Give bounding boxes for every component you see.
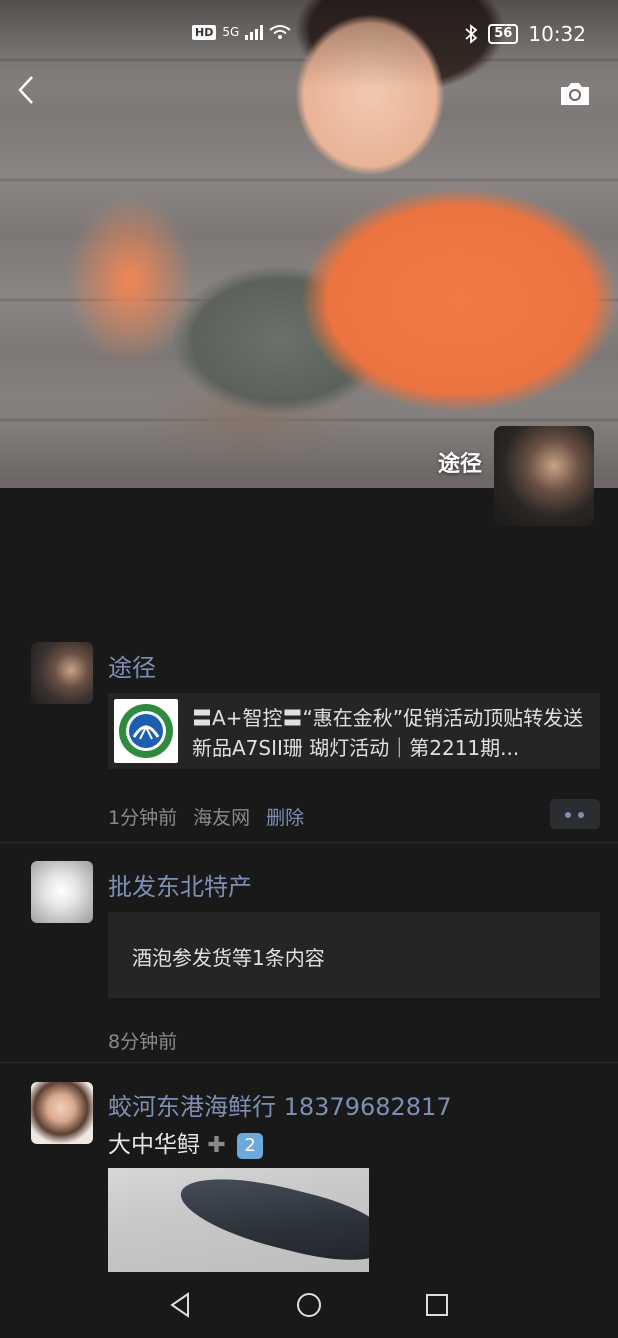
network-status: HD 5G (192, 24, 291, 40)
camera-button[interactable] (558, 80, 592, 108)
post-meta: 8分钟前 (108, 1027, 177, 1054)
owner-avatar[interactable] (494, 426, 594, 526)
shared-link-thumbnail (114, 699, 178, 763)
plus-icon: ✚ (207, 1133, 226, 1158)
cover-shade (0, 0, 618, 488)
dot-icon (565, 812, 571, 818)
shared-link-title: 〓A+智控〓“惠在金秋”促销活动顶贴转发送新品A7SII珊 瑚灯活动｜第2211… (192, 706, 584, 760)
avatar[interactable] (31, 642, 93, 704)
post-text: 大中华鲟 ✚ 2 (108, 1125, 264, 1159)
more-actions-button[interactable] (550, 799, 600, 829)
post-time: 1分钟前 (108, 807, 178, 829)
avatar[interactable] (31, 1082, 93, 1144)
back-arrow-icon (18, 76, 33, 104)
battery-indicator: 56 (488, 24, 519, 44)
hd-indicator: HD (192, 24, 217, 40)
clock: 10:32 (528, 22, 586, 46)
cover-photo[interactable] (0, 0, 618, 488)
divider (0, 842, 618, 843)
camera-icon (561, 83, 589, 105)
nav-home-button[interactable] (294, 1290, 324, 1320)
poster-name[interactable]: 蛟河东港海鲜行 18379682817 (108, 1087, 452, 1122)
status-bar: HD 5G 56 10:32 (0, 18, 618, 52)
status-right: 56 10:32 (464, 22, 586, 46)
nav-home-icon (297, 1293, 321, 1317)
poster-name[interactable]: 批发东北特产 (108, 867, 252, 902)
logo-icon (119, 704, 173, 758)
post-meta: 1分钟前 海友网 删除 (108, 803, 304, 830)
post-source[interactable]: 海友网 (193, 803, 250, 830)
nav-recent-button[interactable] (422, 1290, 452, 1320)
post-photo[interactable] (108, 1168, 369, 1273)
dot-icon (578, 812, 584, 818)
delete-link[interactable]: 删除 (266, 803, 304, 830)
owner-name[interactable]: 途径 (438, 446, 482, 478)
folded-content-text: 酒泡参发货等1条内容 (132, 946, 325, 970)
system-nav-bar (0, 1272, 618, 1338)
fish-image (173, 1168, 369, 1273)
number-badge: 2 (237, 1132, 264, 1159)
signal-icon (245, 24, 264, 40)
back-button[interactable] (16, 74, 48, 114)
shared-link-card[interactable]: 〓A+智控〓“惠在金秋”促销活动顶贴转发送新品A7SII珊 瑚灯活动｜第2211… (108, 693, 600, 769)
nav-back-icon (170, 1292, 189, 1318)
nav-recent-icon (426, 1294, 448, 1316)
wifi-icon (269, 25, 291, 39)
post-text-content: 大中华鲟 (108, 1132, 200, 1158)
folded-content-card[interactable]: 酒泡参发货等1条内容 (108, 912, 600, 998)
post-time: 8分钟前 (108, 1031, 178, 1053)
nav-back-button[interactable] (166, 1290, 196, 1320)
bluetooth-icon (465, 24, 478, 44)
divider (0, 1062, 618, 1063)
poster-name[interactable]: 途径 (108, 648, 156, 683)
network-type: 5G (222, 25, 240, 39)
avatar[interactable] (31, 861, 93, 923)
